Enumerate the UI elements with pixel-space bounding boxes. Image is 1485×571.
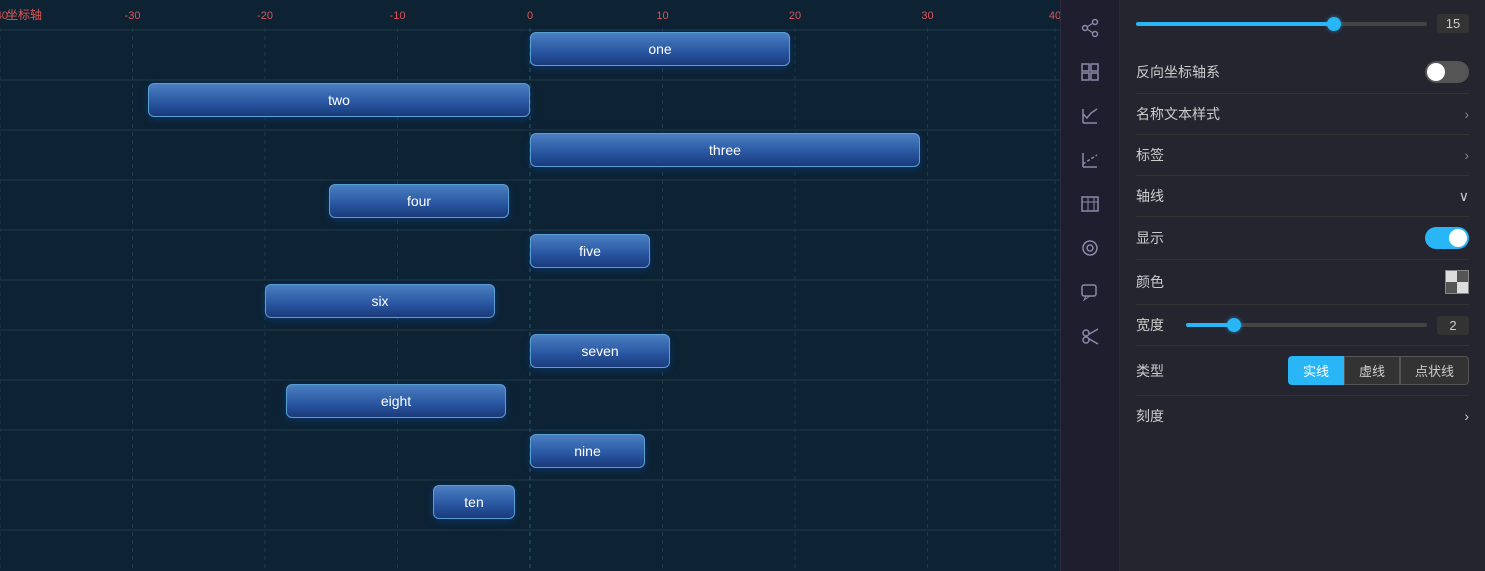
top-slider-track[interactable] [1136, 22, 1427, 26]
bar-three[interactable]: three [530, 133, 920, 167]
reverse-axis-toggle[interactable] [1425, 61, 1469, 83]
tick-10: 10 [656, 10, 668, 22]
table-icon[interactable] [1072, 186, 1108, 222]
top-slider-value: 15 [1437, 14, 1469, 33]
width-slider-thumb[interactable] [1227, 318, 1241, 332]
bar-seven[interactable]: seven [530, 334, 670, 368]
axis-section-header[interactable]: 轴线 ∨ [1136, 176, 1469, 217]
line-btn-solid[interactable]: 实线 [1288, 356, 1344, 385]
name-text-style-row[interactable]: 名称文本样式 › [1136, 94, 1469, 135]
bar-four[interactable]: four [329, 184, 509, 218]
show-label: 显示 [1136, 228, 1164, 248]
color-row: 颜色 [1136, 260, 1469, 305]
name-text-style-arrow: › [1464, 106, 1469, 122]
tick-0: 0 [527, 10, 533, 22]
tick-40: 40 [1049, 10, 1060, 22]
type-label: 类型 [1136, 361, 1176, 381]
tick-neg20: -20 [257, 10, 273, 22]
tick-20: 20 [789, 10, 801, 22]
bar-eight[interactable]: eight [286, 384, 506, 418]
color-label: 颜色 [1136, 272, 1164, 292]
right-panel: 15 反向坐标轴系 名称文本样式 › 标签 › 轴线 ∨ 显示 颜色 [1120, 0, 1485, 571]
color-swatch[interactable] [1445, 270, 1469, 294]
scissors-icon[interactable] [1072, 318, 1108, 354]
bar-five[interactable]: five [530, 234, 650, 268]
bar-ten[interactable]: ten [433, 485, 515, 519]
circle-icon[interactable] [1072, 230, 1108, 266]
reverse-axis-toggle-thumb [1427, 63, 1445, 81]
axis-icon[interactable] [1072, 98, 1108, 134]
line-type-row: 类型 实线 虚线 点状线 [1136, 346, 1469, 396]
bar-two[interactable]: two [148, 83, 530, 117]
tick-row: -40 -30 -20 -10 0 10 20 30 40 [0, 4, 1060, 28]
show-toggle[interactable] [1425, 227, 1469, 249]
width-slider-track[interactable] [1186, 323, 1427, 327]
scale-row[interactable]: 刻度 › [1136, 396, 1469, 436]
label-label: 标签 [1136, 145, 1164, 165]
grid-icon[interactable] [1072, 54, 1108, 90]
top-slider-fill [1136, 22, 1334, 26]
show-row: 显示 [1136, 217, 1469, 260]
reverse-axis-row: 反向坐标轴系 [1136, 51, 1469, 94]
toolbar [1060, 0, 1120, 571]
line-btn-dotted[interactable]: 点状线 [1400, 356, 1469, 385]
top-slider-thumb[interactable] [1327, 17, 1341, 31]
line-btn-dashed[interactable]: 虚线 [1344, 356, 1400, 385]
width-label: 宽度 [1136, 315, 1176, 335]
show-toggle-thumb [1449, 229, 1467, 247]
scale-arrow: › [1464, 408, 1469, 424]
bar-one[interactable]: one [530, 32, 790, 66]
top-slider-row: 15 [1136, 10, 1469, 37]
chart-area: 坐标轴 -40 -30 -20 -10 0 10 20 30 40 one tw… [0, 0, 1060, 571]
bar-nine[interactable]: nine [530, 434, 645, 468]
label-row[interactable]: 标签 › [1136, 135, 1469, 176]
axis-section-chevron: ∨ [1459, 188, 1469, 205]
trend-icon[interactable] [1072, 142, 1108, 178]
label-arrow: › [1464, 147, 1469, 163]
tick-30: 30 [921, 10, 933, 22]
width-row: 宽度 2 [1136, 305, 1469, 346]
width-slider-value: 2 [1437, 316, 1469, 335]
bar-six[interactable]: six [265, 284, 495, 318]
reverse-axis-label: 反向坐标轴系 [1136, 62, 1220, 82]
tick-neg30: -30 [125, 10, 141, 22]
axis-label: 坐标轴 [6, 6, 42, 23]
tick-neg10: -10 [390, 10, 406, 22]
scale-label: 刻度 [1136, 406, 1164, 426]
axis-section-label: 轴线 [1136, 186, 1164, 206]
share-icon[interactable] [1072, 10, 1108, 46]
name-text-style-label: 名称文本样式 [1136, 104, 1220, 124]
chat-icon[interactable] [1072, 274, 1108, 310]
line-type-buttons: 实线 虚线 点状线 [1288, 356, 1469, 385]
